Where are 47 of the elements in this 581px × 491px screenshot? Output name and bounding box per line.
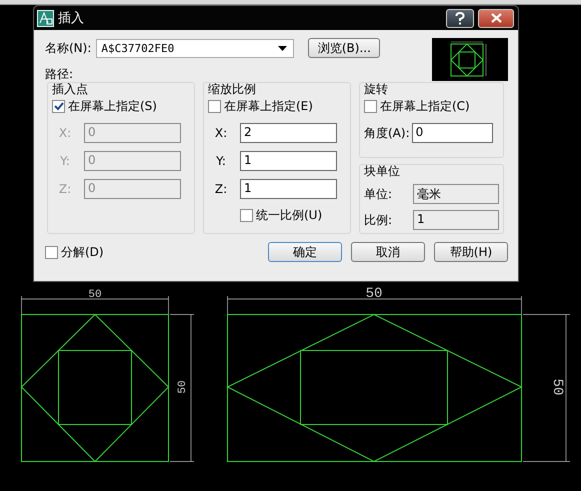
help-button[interactable]: [446, 8, 474, 28]
window-title: 插入: [58, 10, 84, 27]
group-title: 块单位: [364, 164, 401, 178]
checkbox[interactable]: [364, 100, 377, 113]
factor-field: 1: [413, 210, 499, 230]
dialog-button[interactable]: 确定: [268, 242, 342, 262]
checkbox-label: 分解(D): [61, 244, 104, 260]
checkbox[interactable]: [45, 246, 58, 258]
coordinate-label: Z:: [58, 182, 72, 196]
name-dropdown[interactable]: A$C37702FE0: [96, 38, 294, 58]
close-icon: [490, 13, 502, 23]
checkbox[interactable]: [208, 100, 221, 113]
dimension-label: 50: [366, 286, 382, 302]
dimension-label: 50: [177, 380, 189, 394]
dimension-label: 50: [549, 378, 565, 396]
angle-label: 角度(A):: [364, 124, 410, 142]
angle-field[interactable]: 0: [412, 123, 493, 143]
group-title: 插入点: [52, 82, 89, 96]
checkbox-label: 在屏幕上指定(S): [68, 98, 157, 115]
coordinate-label: Y:: [59, 154, 71, 168]
dialog-button[interactable]: 取消: [351, 242, 425, 262]
checkbox[interactable]: [52, 100, 65, 113]
input-field[interactable]: 1: [240, 179, 337, 199]
input-field[interactable]: 2: [240, 123, 337, 143]
coordinate-label: X:: [58, 126, 72, 140]
path-label: 路径:: [45, 66, 74, 83]
browse-button[interactable]: 浏览(B)...: [308, 38, 380, 58]
unit-label: 单位:: [364, 186, 392, 202]
question-icon: [455, 12, 465, 24]
scale-axis-label: Y:: [215, 154, 227, 168]
checkbox-label: 在屏幕上指定(E): [224, 98, 313, 115]
close-button[interactable]: [478, 8, 514, 28]
dialog-button[interactable]: 帮助(H): [434, 242, 508, 262]
factor-label: 比例:: [364, 212, 392, 228]
dimension-label: 50: [88, 289, 102, 301]
name-label: 名称(N):: [45, 40, 92, 56]
scale-axis-label: Z:: [214, 182, 228, 196]
group-title: 缩放比例: [208, 82, 257, 96]
checkbox-label: 在屏幕上指定(C): [380, 98, 470, 115]
group-title: 旋转: [364, 82, 389, 96]
scale-axis-label: X:: [214, 126, 228, 140]
block-icon: [37, 10, 54, 26]
input-field[interactable]: 1: [240, 151, 337, 171]
checkbox-label: 统一比例(U): [256, 207, 322, 224]
checkbox[interactable]: [240, 209, 253, 222]
unit-field: 毫米: [413, 184, 499, 204]
dropdown-caret-icon: [278, 46, 288, 50]
